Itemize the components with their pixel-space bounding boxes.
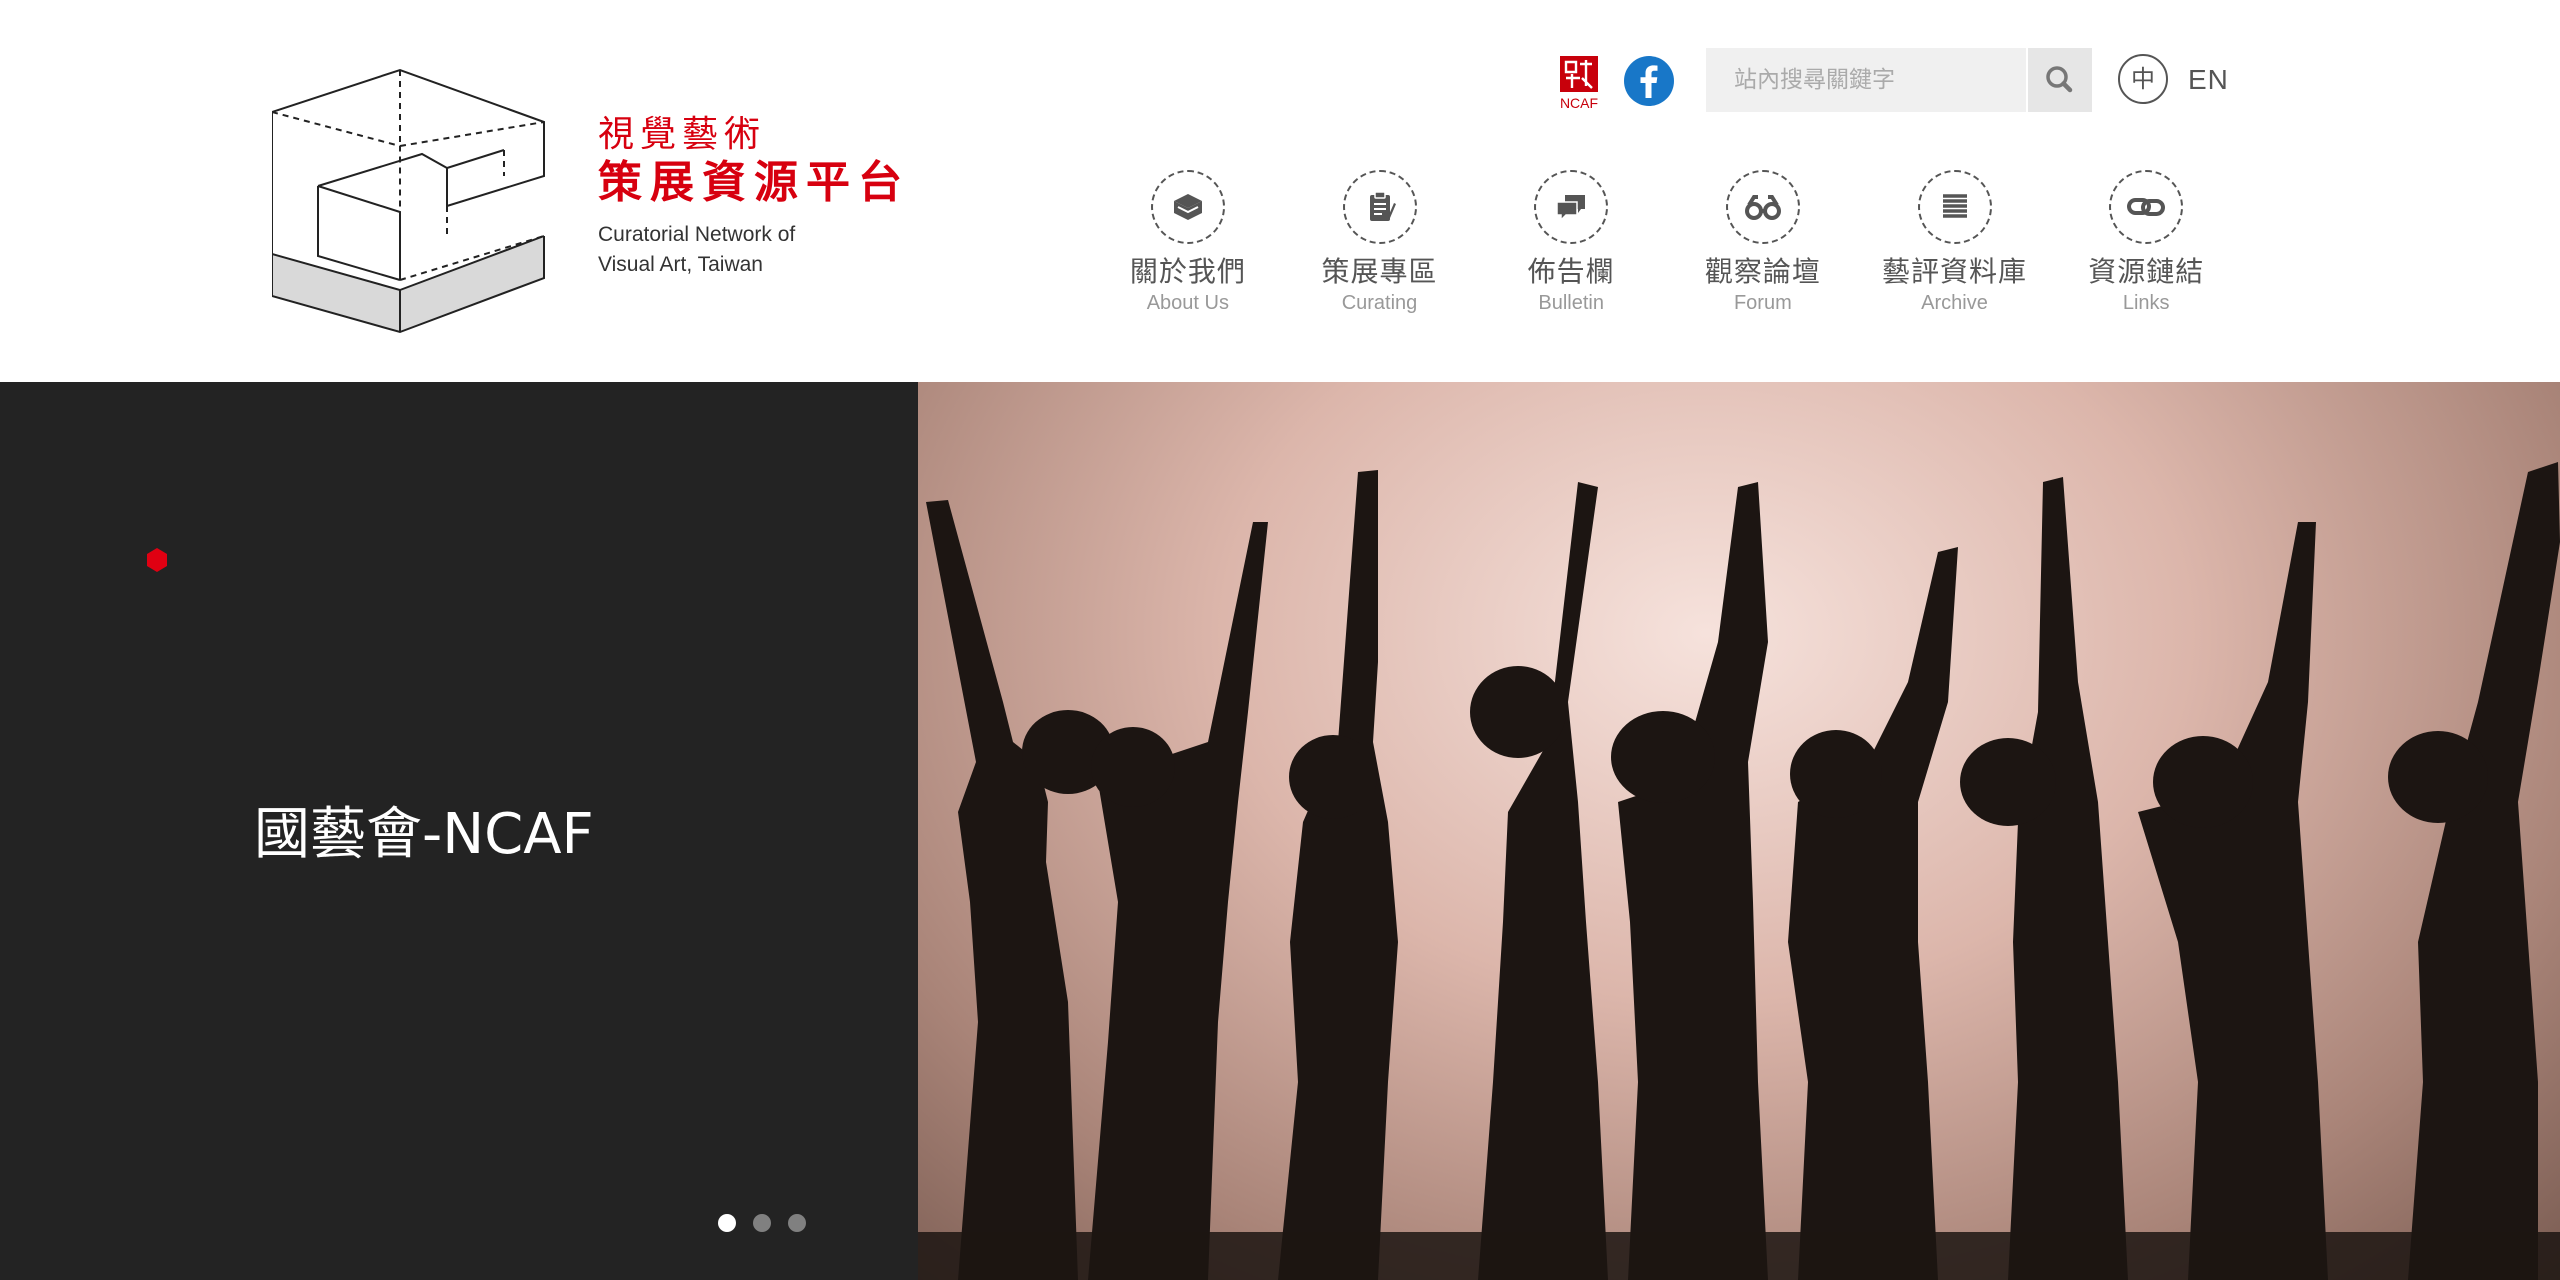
logo-subtitle: Curatorial Network of Visual Art, Taiwan (598, 220, 910, 280)
nav-item-bulletin[interactable]: 佈告欄 Bulletin (1475, 170, 1667, 330)
slider-dot-2[interactable] (753, 1214, 771, 1232)
site-header: 視覺藝術 策展資源平台 Curatorial Network of Visual… (0, 0, 2560, 382)
logo-title-line1: 視覺藝術 (598, 114, 767, 155)
nav-label-en: Curating (1341, 292, 1418, 314)
nav-item-links[interactable]: 資源鏈結 Links (2050, 170, 2242, 330)
logo-text[interactable]: 視覺藝術 策展資源平台 Curatorial Network of Visual… (598, 114, 910, 280)
slider-dots (718, 1214, 806, 1232)
hero-image[interactable] (918, 382, 2560, 1280)
nav-label-en: Links (2122, 292, 2170, 314)
search-icon (2046, 66, 2073, 93)
logo-cube-icon[interactable] (272, 66, 552, 336)
nav-item-forum[interactable]: 觀察論壇 Forum (1667, 170, 1859, 330)
search-input[interactable] (1706, 48, 2026, 112)
dancers-silhouette-image (918, 462, 2560, 1280)
nav-label-zh: 關於我們 (1129, 255, 1246, 288)
nav-label-zh: 藝評資料庫 (1882, 255, 2028, 288)
book-icon (1150, 170, 1225, 244)
nav-label-en: Archive (1921, 292, 1988, 314)
hexagon-marker-icon (147, 548, 167, 572)
slider-dot-1[interactable] (718, 1214, 736, 1232)
ncaf-logo-link[interactable]: NCAF (1556, 56, 1602, 112)
ncaf-label: NCAF (1560, 95, 1598, 111)
logo-title-line2: 策展資源平台 (598, 157, 910, 208)
logo-subtitle-line2: Visual Art, Taiwan (598, 253, 763, 276)
nav-label-zh: 策展專區 (1321, 255, 1438, 288)
search-button[interactable] (2028, 48, 2092, 112)
main-nav: 關於我們 About Us 策展專區 Curating 佈告欄 Bulletin… (1092, 170, 2242, 330)
lang-en-button[interactable]: EN (2188, 60, 2229, 100)
chat-bubbles-icon (1534, 170, 1609, 244)
nav-label-zh: 佈告欄 (1527, 255, 1615, 288)
facebook-icon[interactable] (1624, 56, 1674, 106)
ncaf-logo-icon: NCAF (1560, 56, 1598, 111)
nav-item-about[interactable]: 關於我們 About Us (1092, 170, 1284, 330)
nav-label-en: About Us (1146, 292, 1229, 314)
logo-subtitle-line1: Curatorial Network of (598, 223, 796, 246)
nav-item-curating[interactable]: 策展專區 Curating (1284, 170, 1476, 330)
nav-label-en: Bulletin (1538, 292, 1604, 314)
clipboard-icon (1342, 170, 1417, 244)
nav-label-zh: 資源鏈結 (2088, 255, 2205, 288)
list-lines-icon (1917, 170, 1992, 244)
nav-label-en: Forum (1733, 292, 1792, 314)
nav-label-zh: 觀察論壇 (1704, 255, 1821, 288)
slider-dot-3[interactable] (788, 1214, 806, 1232)
slide-title[interactable]: 國藝會-NCAF (254, 800, 594, 870)
glasses-icon (1725, 170, 1800, 244)
lang-zh-button[interactable]: 中 (2118, 54, 2168, 104)
chain-link-icon (2109, 170, 2184, 244)
nav-item-archive[interactable]: 藝評資料庫 Archive (1859, 170, 2051, 330)
